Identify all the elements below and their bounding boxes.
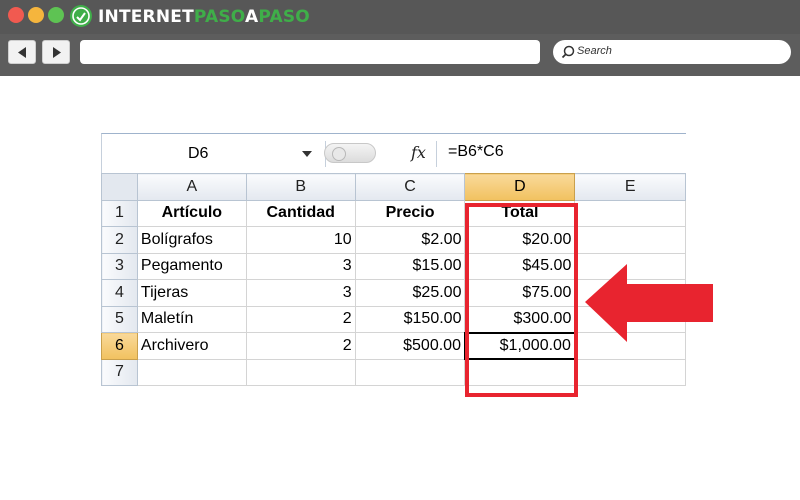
cell[interactable]: 10 <box>245 226 356 254</box>
search-bar[interactable]: Search <box>553 40 791 64</box>
cell[interactable]: $500.00 <box>354 332 466 360</box>
row-header[interactable]: 3 <box>101 252 138 280</box>
select-all-corner[interactable] <box>101 173 138 201</box>
brand-wordmark: INTERNETPASOAPASO <box>98 7 310 27</box>
cell[interactable]: Precio <box>354 199 466 227</box>
cell[interactable]: Tijeras <box>136 279 247 307</box>
cell[interactable]: $25.00 <box>354 279 466 307</box>
cell[interactable]: 2 <box>245 332 356 360</box>
search-placeholder: Search <box>577 45 612 57</box>
total-column-highlight <box>465 203 578 397</box>
column-header-b[interactable]: B <box>245 173 356 201</box>
cell[interactable]: $150.00 <box>354 305 466 333</box>
formula-bar: D6 fx =B6*C6 <box>101 133 686 173</box>
column-header-c[interactable]: C <box>354 173 466 201</box>
brand-part-paso: PASO <box>193 7 245 27</box>
brand-part-a: A <box>245 7 259 27</box>
close-window-button[interactable] <box>8 7 24 23</box>
cell[interactable] <box>574 358 686 386</box>
cell[interactable]: Artículo <box>136 199 247 227</box>
search-icon <box>561 45 575 59</box>
cell[interactable]: Cantidad <box>245 199 356 227</box>
column-header-a[interactable]: A <box>136 173 247 201</box>
minimize-window-button[interactable] <box>28 7 44 23</box>
cell[interactable]: Archivero <box>136 332 247 360</box>
cell[interactable]: Maletín <box>136 305 247 333</box>
formula-input[interactable]: =B6*C6 <box>448 143 504 161</box>
cell[interactable]: 3 <box>245 252 356 280</box>
column-header-d[interactable]: D <box>464 173 576 201</box>
forward-button[interactable] <box>42 40 70 64</box>
insert-function-icon[interactable]: fx <box>411 143 426 162</box>
forward-arrow-icon <box>53 47 61 58</box>
cell[interactable] <box>354 358 466 386</box>
address-bar[interactable] <box>80 40 540 64</box>
table-row: 7 <box>101 358 686 386</box>
brand-logo-icon <box>70 5 92 27</box>
cell[interactable] <box>574 199 686 227</box>
row-header[interactable]: 6 <box>101 332 138 360</box>
cell[interactable]: Bolígrafos <box>136 226 247 254</box>
brand-part-paso-2: PASO <box>258 7 310 27</box>
cell[interactable]: Pegamento <box>136 252 247 280</box>
maximize-window-button[interactable] <box>48 7 64 23</box>
row-header[interactable]: 7 <box>101 358 138 386</box>
table-row: 2 Bolígrafos 10 $2.00 $20.00 <box>101 226 686 254</box>
name-box-dropdown-icon[interactable] <box>302 151 312 157</box>
formula-bar-resize-handle[interactable] <box>324 143 376 163</box>
back-button[interactable] <box>8 40 36 64</box>
brand-part-internet: INTERNET <box>98 7 194 27</box>
formula-separator <box>436 141 437 167</box>
column-header-row: A B C D E <box>101 173 686 201</box>
name-box-value: D6 <box>188 145 209 162</box>
cell[interactable]: 3 <box>245 279 356 307</box>
row-header[interactable]: 5 <box>101 305 138 333</box>
table-row: 1 Artículo Cantidad Precio Total <box>101 199 686 227</box>
cell[interactable]: 2 <box>245 305 356 333</box>
row-header[interactable]: 2 <box>101 226 138 254</box>
row-header[interactable]: 1 <box>101 199 138 227</box>
back-arrow-icon <box>18 47 26 58</box>
cell[interactable]: $15.00 <box>354 252 466 280</box>
cell[interactable] <box>574 226 686 254</box>
row-header[interactable]: 4 <box>101 279 138 307</box>
cell[interactable]: $2.00 <box>354 226 466 254</box>
pointer-arrow-icon <box>585 264 713 342</box>
cell[interactable] <box>245 358 356 386</box>
cell[interactable] <box>136 358 247 386</box>
browser-chrome: INTERNETPASOAPASO Search <box>0 0 800 76</box>
column-header-e[interactable]: E <box>574 173 686 201</box>
name-box[interactable]: D6 <box>102 141 326 167</box>
